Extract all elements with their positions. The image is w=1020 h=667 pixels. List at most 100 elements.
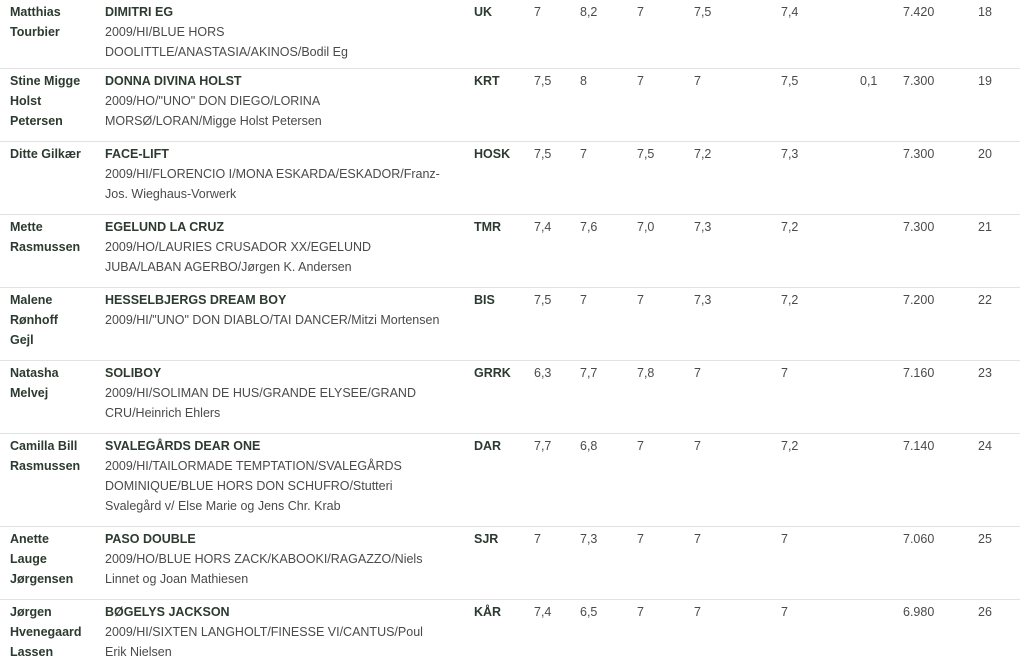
- score-1: 7,7: [534, 439, 552, 453]
- horse-pedigree-line: DOOLITTLE/ANASTASIA/AKINOS/Bodil Eg: [105, 45, 348, 59]
- score-5: 7: [781, 532, 788, 546]
- placing: 22: [978, 293, 992, 307]
- horse-name: PASO DOUBLE: [105, 532, 196, 546]
- score-5: 7,4: [781, 5, 799, 19]
- rider-name-line: Mette: [10, 220, 43, 234]
- placing: 18: [978, 5, 992, 19]
- score-3: 7,5: [637, 147, 655, 161]
- score-1: 7,5: [534, 74, 552, 88]
- rider-name-line: Jørgen: [10, 605, 52, 619]
- horse-pedigree-line: 2009/HO/BLUE HORS ZACK/KABOOKI/RAGAZZO/N…: [105, 552, 423, 566]
- total-score: 7.200: [903, 293, 935, 307]
- total-score: 7.300: [903, 74, 935, 88]
- rider-name-line: Lassen: [10, 645, 54, 659]
- horse-pedigree-line: Erik Nielsen: [105, 645, 172, 659]
- club-code: TMR: [474, 220, 502, 234]
- horse-cell: SVALEGÅRDS DEAR ONE 2009/HI/TAILORMADE TE…: [105, 436, 465, 516]
- club-code: UK: [474, 5, 493, 19]
- score-4: 7,5: [694, 5, 712, 19]
- horse-cell: DIMITRI EG 2009/HI/BLUE HORS DOOLITTLE/ANA…: [105, 2, 465, 62]
- rider-name-line: Rasmussen: [10, 240, 81, 254]
- club-code: KRT: [474, 74, 500, 88]
- horse-pedigree-line: CRU/Heinrich Ehlers: [105, 406, 221, 420]
- total-score: 7.140: [903, 439, 935, 453]
- horse-name: BØGELYS JACKSON: [105, 605, 230, 619]
- rider-name: Matthias Tourbier: [10, 2, 94, 42]
- placing: 24: [978, 439, 992, 453]
- score-3: 7: [637, 439, 644, 453]
- score-2: 6,5: [580, 605, 598, 619]
- club-code: GRRK: [474, 366, 511, 380]
- horse-name: DONNA DIVINA HOLST: [105, 74, 242, 88]
- table-row: Malene Rønhoff Gejl HESSELBJERGS DREAM BOY 2…: [0, 288, 1020, 361]
- horse-pedigree-line: Linnet og Joan Mathiesen: [105, 572, 249, 586]
- rider-name-line: Ditte Gilkær: [10, 147, 81, 161]
- rider-name: Anette Lauge Jørgensen: [10, 529, 94, 589]
- table-row: Mette Rasmussen EGELUND LA CRUZ 2009/HO/LAU…: [0, 215, 1020, 288]
- score-3: 7,8: [637, 366, 655, 380]
- score-4: 7,3: [694, 293, 712, 307]
- rider-name-line: Jørgensen: [10, 572, 74, 586]
- rider-name-line: Holst: [10, 94, 42, 108]
- placing: 21: [978, 220, 992, 234]
- total-score: 7.420: [903, 5, 935, 19]
- horse-pedigree-line: 2009/HI/"UNO" DON DIABLO/TAI DANCER/Mitz…: [105, 313, 440, 327]
- rider-name-line: Lauge: [10, 552, 47, 566]
- club-code: DAR: [474, 439, 502, 453]
- score-2: 7: [580, 147, 587, 161]
- horse-cell: BØGELYS JACKSON 2009/HI/SIXTEN LANGHOLT/F…: [105, 602, 465, 662]
- rider-name: Camilla Bill Rasmussen: [10, 436, 94, 476]
- horse-cell: DONNA DIVINA HOLST 2009/HO/"UNO" DON DIEG…: [105, 71, 465, 131]
- horse-cell: FACE-LIFT 2009/HI/FLORENCIO I/MONA ESKARD…: [105, 144, 465, 204]
- score-5: 7,2: [781, 293, 799, 307]
- score-2: 8: [580, 74, 587, 88]
- rider-name-line: Natasha: [10, 366, 59, 380]
- total-score: 7.300: [903, 147, 935, 161]
- rider-name-line: Melvej: [10, 386, 49, 400]
- score-1: 6,3: [534, 366, 552, 380]
- horse-name: SOLIBOY: [105, 366, 162, 380]
- score-4: 7: [694, 439, 701, 453]
- table-row: Matthias Tourbier DIMITRI EG 2009/HI/BLUE H…: [0, 0, 1020, 69]
- horse-pedigree-line: Jos. Wieghaus-Vorwerk: [105, 187, 237, 201]
- rider-name: Malene Rønhoff Gejl: [10, 290, 94, 350]
- score-2: 7,7: [580, 366, 598, 380]
- rider-name-line: Camilla Bill: [10, 439, 78, 453]
- score-4: 7,3: [694, 220, 712, 234]
- score-2: 7,3: [580, 532, 598, 546]
- horse-pedigree-line: 2009/HO/LAURIES CRUSADOR XX/EGELUND: [105, 240, 372, 254]
- score-5: 7: [781, 605, 788, 619]
- score-2: 7: [580, 293, 587, 307]
- score-5: 7,3: [781, 147, 799, 161]
- rider-name-line: Anette: [10, 532, 49, 546]
- placing: 26: [978, 605, 992, 619]
- score-4: 7: [694, 74, 701, 88]
- score-1: 7: [534, 532, 541, 546]
- table-row: Jørgen Hvenegaard Lassen BØGELYS JACKSON 200…: [0, 600, 1020, 667]
- table-row: Anette Lauge Jørgensen PASO DOUBLE 2009/HO/B…: [0, 527, 1020, 600]
- club-code: HOSK: [474, 147, 511, 161]
- horse-name: EGELUND LA CRUZ: [105, 220, 224, 234]
- rider-name-line: Tourbier: [10, 25, 60, 39]
- horse-pedigree-line: 2009/HI/FLORENCIO I/MONA ESKARDA/ESKADOR…: [105, 167, 440, 181]
- horse-pedigree-line: MORSØ/LORAN/Migge Holst Petersen: [105, 114, 322, 128]
- score-3: 7: [637, 532, 644, 546]
- score-3: 7: [637, 605, 644, 619]
- score-6: 0,1: [860, 74, 878, 88]
- horse-pedigree-line: 2009/HI/SOLIMAN DE HUS/GRANDE ELYSEE/GRA…: [105, 386, 416, 400]
- club-code: BIS: [474, 293, 495, 307]
- score-1: 7,5: [534, 293, 552, 307]
- score-5: 7,5: [781, 74, 799, 88]
- placing: 19: [978, 74, 992, 88]
- placing: 20: [978, 147, 992, 161]
- rider-name: Stine Migge Holst Petersen: [10, 71, 94, 131]
- horse-pedigree-line: 2009/HI/BLUE HORS: [105, 25, 225, 39]
- table-row: Stine Migge Holst Petersen DONNA DIVINA HOL…: [0, 69, 1020, 142]
- table-row: Camilla Bill Rasmussen SVALEGÅRDS DEAR ONE…: [0, 434, 1020, 527]
- score-2: 6,8: [580, 439, 598, 453]
- rider-name-line: Petersen: [10, 114, 63, 128]
- score-3: 7,0: [637, 220, 655, 234]
- rider-name-line: Hvenegaard: [10, 625, 82, 639]
- rider-name: Ditte Gilkær: [10, 144, 94, 164]
- rider-name-line: Gejl: [10, 333, 34, 347]
